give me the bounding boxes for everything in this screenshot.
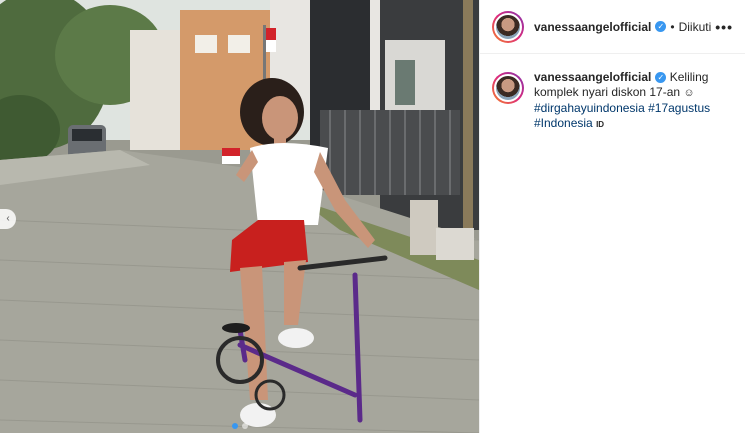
hashtag-17agustus[interactable]: #17agustus — [648, 101, 710, 115]
smile-emoji: ☺ — [683, 87, 695, 99]
author-avatar[interactable] — [492, 10, 524, 43]
caption-body: vanessaangelofficial ✓ Keliling komplek n… — [534, 70, 733, 132]
verified-badge-icon: ✓ — [655, 21, 667, 32]
post-header: vanessaangelofficial ✓ • Diikuti ••• — [480, 0, 745, 54]
avatar-image — [494, 12, 522, 41]
carousel-dot-2 — [241, 423, 248, 429]
caption-avatar-image — [494, 74, 522, 102]
post-photo[interactable]: ‹ — [0, 0, 479, 433]
hashtag-indonesia[interactable]: #Indonesia — [534, 116, 593, 130]
post-sidebar: vanessaangelofficial ✓ • Diikuti ••• van… — [479, 0, 745, 433]
caption-verified-badge-icon: ✓ — [655, 72, 667, 84]
chevron-left-icon: ‹ — [6, 213, 10, 224]
post-caption: vanessaangelofficial ✓ Keliling komplek n… — [480, 54, 745, 132]
carousel-indicator — [0, 423, 479, 429]
header-separator: • — [670, 19, 675, 34]
caption-avatar[interactable] — [492, 72, 524, 104]
follow-status-button[interactable]: Diikuti — [679, 20, 712, 34]
hashtag-dirgahayuindonesia[interactable]: #dirgahayuindonesia — [534, 101, 645, 115]
author-username[interactable]: vanessaangelofficial — [534, 20, 651, 34]
photo-illustration — [0, 0, 479, 433]
carousel-dot-1 — [231, 423, 238, 429]
caption-username[interactable]: vanessaangelofficial — [534, 70, 651, 84]
more-options-icon[interactable]: ••• — [715, 19, 733, 35]
indonesia-flag-emoji: ID — [596, 120, 605, 129]
